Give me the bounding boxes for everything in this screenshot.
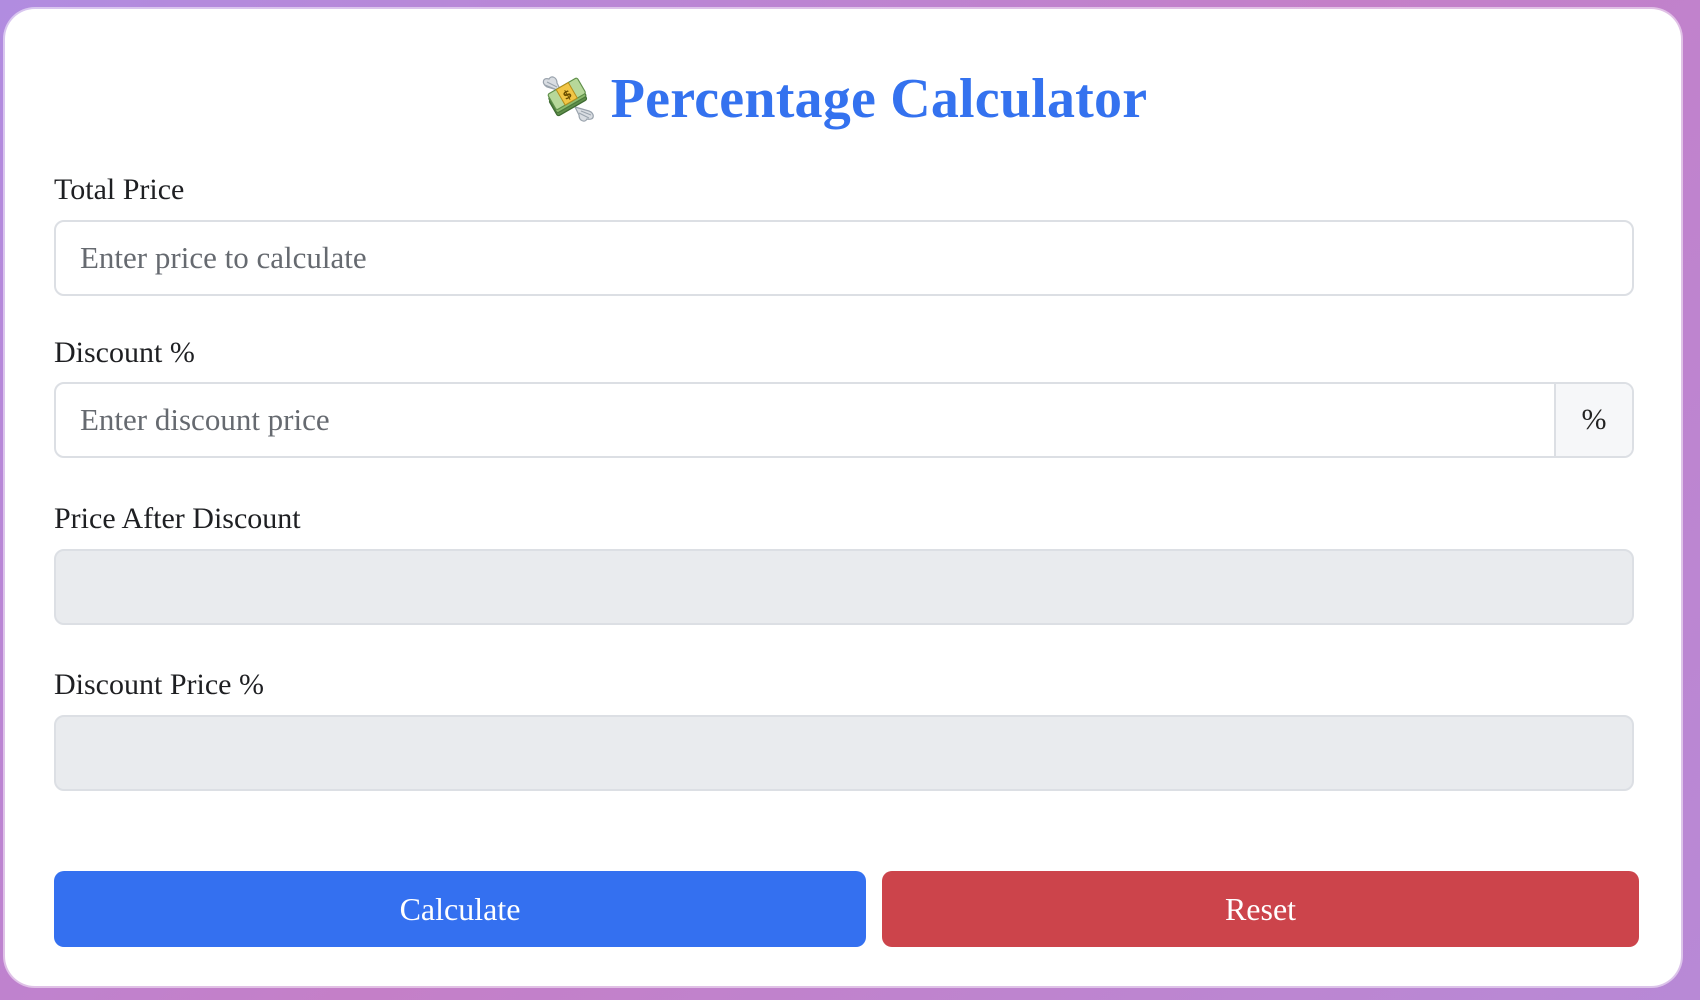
- calculate-button[interactable]: Calculate: [54, 871, 866, 947]
- discount-price-percent-output[interactable]: [56, 717, 1632, 789]
- price-after-discount-output[interactable]: [56, 551, 1632, 623]
- discount-price-percent-field-wrapper: [54, 715, 1634, 791]
- reset-button[interactable]: Reset: [882, 871, 1639, 947]
- discount-price-percent-label: Discount Price %: [54, 668, 264, 701]
- price-after-discount-field-wrapper: [54, 549, 1634, 625]
- price-after-discount-label: Price After Discount: [54, 502, 301, 535]
- money-with-wings-icon: $: [539, 73, 597, 125]
- percent-addon: %: [1554, 384, 1632, 456]
- header: $ Percentage Calculator: [5, 61, 1681, 137]
- total-price-field-wrapper: [54, 220, 1634, 296]
- total-price-label: Total Price: [54, 173, 185, 206]
- discount-input[interactable]: [56, 384, 1554, 456]
- total-price-input[interactable]: [56, 222, 1632, 294]
- page-title: Percentage Calculator: [610, 68, 1148, 130]
- discount-field-wrapper: %: [54, 382, 1634, 458]
- discount-label: Discount %: [54, 336, 195, 369]
- calculator-card: $ Percentage Calculator Total Price Disc…: [5, 9, 1681, 986]
